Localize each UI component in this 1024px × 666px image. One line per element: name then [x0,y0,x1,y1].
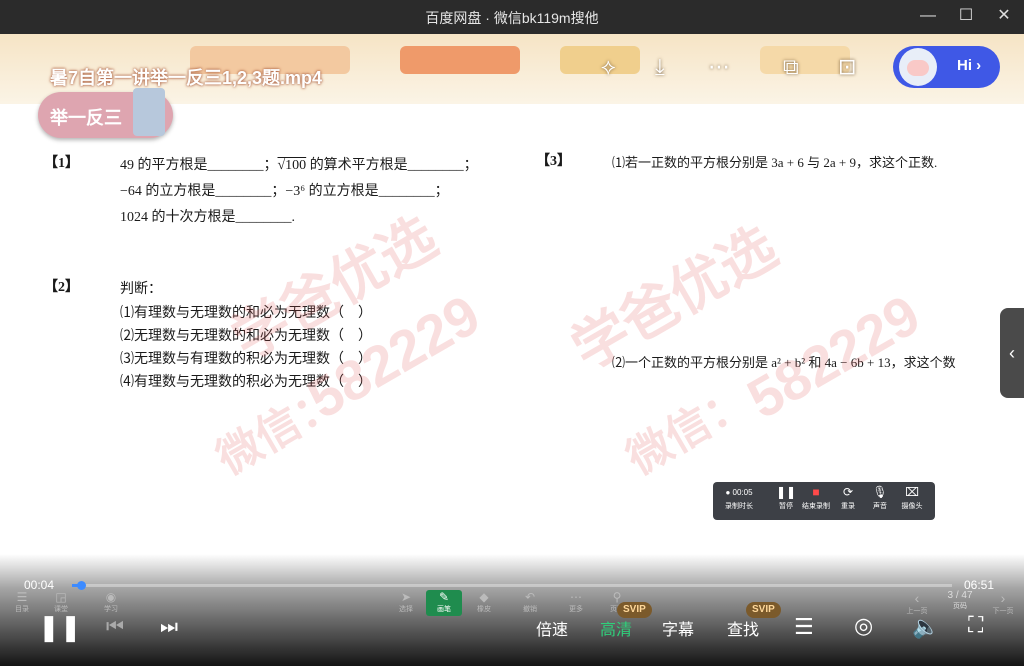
q3-part1: ⑴若一正数的平方根分别是 3a + 6 与 2a + 9，求这个正数. [612,155,938,170]
fullscreen-icon[interactable]: ⛶ [968,612,983,638]
q2-item: ⑷有理数与无理数的积必为无理数（ ） [120,375,372,390]
player-controls-background [0,554,1024,666]
strip-item[interactable]: ➤ 选择 [394,590,418,616]
q2-item: ⑶无理数与有理数的积必为无理数（ ） [120,352,372,367]
search-button[interactable]: 查找 [727,616,759,640]
assistant-avatar [899,48,937,86]
close-icon[interactable]: ✕ [992,5,1016,27]
watermark-text: 微信： [618,375,758,485]
video-filename: 暑7自第一讲举一反三1,2,3题.mp4 [50,68,323,88]
screenshot-icon[interactable]: ⧉ [783,54,799,80]
camera-button[interactable]: ⌧ 摄像头 [897,485,927,511]
q1-line2: −64 的立方根是________；−3⁶ 的立方根是________； [120,184,449,199]
progress-knob[interactable] [76,581,86,590]
rerecord-button[interactable]: ⟳ 重录 [833,485,863,511]
next-page-button[interactable]: › 下一页 [990,590,1016,616]
download-icon[interactable]: ⤓ [655,54,665,80]
pip-icon[interactable]: ⊡ [838,54,856,80]
volume-icon[interactable]: 🔈 [912,614,939,640]
q2-intro: 判断： [120,282,162,297]
ai-assistant-button[interactable]: Hi › [893,46,1000,88]
badge-flag-icon [133,88,165,136]
next-icon[interactable]: ⏭ [160,616,178,639]
more-icon[interactable]: ⋯ [708,54,730,80]
q1-number: 【1】 [44,156,79,171]
settings-icon[interactable]: ◎ [854,613,873,639]
video-frame[interactable]: 暑7自第一讲举一反三1,2,3题.mp4 ⟡ ⤓ ⋯ ⧉ ⊡ Hi › 举一反三… [0,34,1024,666]
pause-icon[interactable]: ❚❚ [38,612,82,643]
q1-line1a: 49 的平方根是________； [120,158,278,173]
stop-recording-button[interactable]: ■ 结束录制 [801,485,831,511]
microphone-button[interactable]: 🎙 声音 [865,485,895,511]
q1-line1b: √100 [277,158,307,173]
q3-part2: ⑵一个正数的平方根分别是 a² + b² 和 4a − 6b + 13，求这个数 [612,355,956,370]
speed-button[interactable]: 倍速 [536,616,568,640]
strip-item[interactable]: ⋯ 更多 [564,590,588,616]
window-titlebar: 百度网盘 · 微信bk119m搜他 — ☐ ✕ [0,0,1024,34]
prev-page-button[interactable]: ‹ 上一页 [904,590,930,616]
q2-item: ⑴有理数与无理数的和必为无理数（ ） [120,306,372,321]
strip-item[interactable]: ◆ 橡皮 [472,590,496,616]
badge-label: 举一反三 [50,108,122,128]
q2-item: ⑵无理数与无理数的和必为无理数（ ） [120,329,372,344]
minimize-icon[interactable]: — [916,5,940,27]
hi-label: Hi › [957,57,982,74]
q3-number: 【3】 [536,154,571,169]
q1-line3: 1024 的十次方根是________. [120,210,295,225]
pause-recording-button[interactable]: ❚❚ 暂停 [771,485,801,511]
recording-toolbar: ● 00:05 录制时长 ❚❚ 暂停 ■ 结束录制 ⟳ 重录 🎙 声音 ⌧ 摄像头 [713,482,935,520]
progress-bar[interactable] [72,581,952,590]
pen-tool-button[interactable]: ✎ 画笔 [426,590,462,616]
q1-line1c: 的算术平方根是________； [306,158,478,173]
subtitle-button[interactable]: 字幕 [662,616,694,640]
recording-timer: ● 00:05 录制时长 [725,488,753,510]
previous-icon[interactable]: ⏮ [106,616,124,639]
share-icon[interactable]: ⟡ [601,54,616,80]
side-panel-toggle[interactable]: ‹ [1000,308,1024,398]
q2-number: 【2】 [44,280,79,295]
section-badge: 举一反三 [38,88,173,138]
strip-item[interactable]: ☰ 目录 [10,590,34,616]
svip-badge: SVIP [617,602,652,618]
q1-line1: 49 的平方根是________；√100 的算术平方根是________； [120,154,478,174]
strip-item[interactable]: ◉ 学习 [100,590,122,616]
strip-item[interactable]: ↶ 撤销 [518,590,542,616]
quality-button[interactable]: 高清 [600,616,632,640]
window-title: 百度网盘 · 微信bk119m搜他 [425,10,599,26]
maximize-icon[interactable]: ☐ [954,5,978,27]
playlist-icon[interactable]: ☰ [794,614,814,640]
